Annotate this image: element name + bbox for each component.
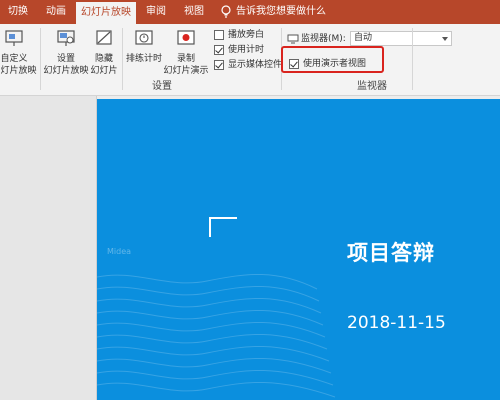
hide-slide-button[interactable]: 隐藏 幻灯片 — [84, 26, 124, 76]
tab-animations[interactable]: 动画 — [38, 0, 74, 24]
checkbox-box[interactable] — [214, 60, 224, 70]
custom-show-icon — [5, 30, 23, 46]
lightbulb-icon — [221, 5, 231, 18]
chevron-down-icon — [442, 37, 448, 41]
use-timings-label: 使用计时 — [228, 45, 265, 55]
checkbox-box[interactable] — [214, 45, 224, 55]
ribbon-panel: 自定义 幻灯片放映 设置 幻灯片放映 隐藏 幻灯片 排练计时 — [0, 24, 500, 96]
record-icon — [177, 30, 195, 45]
record-label-2: 幻灯片演示 — [163, 66, 209, 76]
custom-show-label-2: 幻灯片放映 — [0, 66, 37, 76]
hide-slide-icon — [96, 30, 112, 45]
annotation-highlight-box — [281, 46, 384, 73]
tab-view[interactable]: 视图 — [176, 0, 212, 24]
tell-me-search[interactable]: 告诉我您想要做什么 — [236, 0, 326, 24]
play-narrations-checkbox[interactable]: 播放旁白 — [214, 28, 280, 42]
timer-icon — [135, 30, 153, 45]
group-separator — [40, 28, 41, 90]
record-slide-show-button[interactable]: 录制 幻灯片演示 — [163, 26, 209, 76]
monitor-dropdown[interactable]: 自动 — [350, 31, 452, 46]
show-media-controls-label: 显示媒体控件 — [228, 60, 283, 70]
slide-date: 2018-11-15 — [347, 313, 446, 333]
monitors-group-label: 监视器 — [357, 81, 387, 92]
rehearse-label: 排练计时 — [125, 54, 162, 64]
hide-slide-label-2: 幻灯片 — [90, 66, 118, 76]
checkbox-box[interactable] — [214, 30, 224, 40]
tab-review[interactable]: 审阅 — [138, 0, 174, 24]
group-separator — [412, 28, 413, 90]
monitor-selected-value: 自动 — [354, 33, 373, 43]
slide-thumbnail-pane[interactable] — [0, 96, 97, 400]
tab-slide-show[interactable]: 幻灯片放映 — [76, 2, 136, 24]
ribbon-tab-bar: 切换 动画 幻灯片放映 审阅 视图 告诉我您想要做什么 — [0, 0, 500, 24]
monitor-label: 监视器(M): — [301, 34, 346, 44]
setup-group-label: 设置 — [152, 81, 172, 92]
slide-watermark: Midea — [107, 247, 132, 256]
show-media-controls-checkbox[interactable]: 显示媒体控件 — [214, 58, 283, 72]
slide-wave-decoration — [97, 273, 336, 398]
monitor-icon — [287, 34, 299, 44]
rehearse-timings-button[interactable]: 排练计时 — [124, 26, 164, 76]
setup-show-icon — [57, 30, 75, 46]
slide-corner-bracket — [209, 217, 237, 237]
play-narrations-label: 播放旁白 — [228, 30, 265, 40]
slide-title: 项目答辩 — [347, 241, 435, 265]
use-timings-checkbox[interactable]: 使用计时 — [214, 43, 280, 57]
slide-preview[interactable]: Midea 项目答辩 2018-11-15 — [97, 99, 500, 400]
tab-transitions[interactable]: 切换 — [0, 0, 36, 24]
custom-slide-show-button[interactable]: 自定义 幻灯片放映 — [0, 26, 37, 76]
